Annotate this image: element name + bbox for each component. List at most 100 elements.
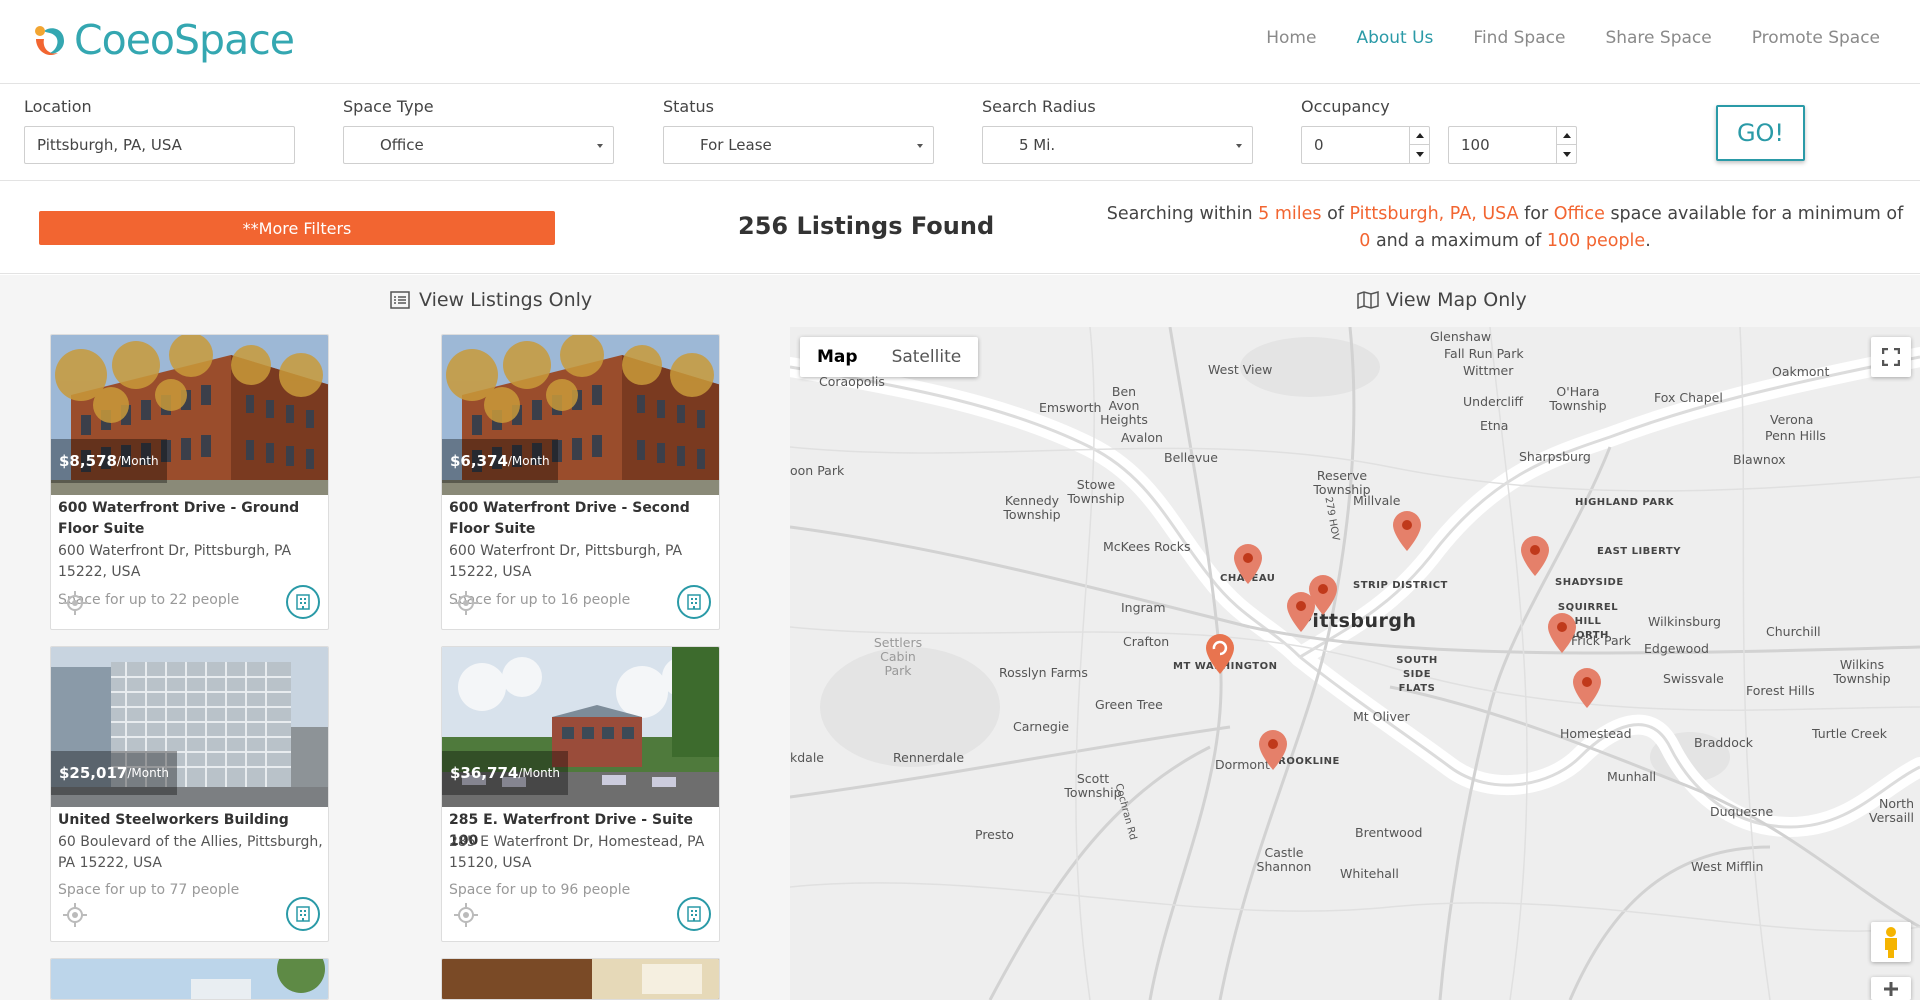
location-filter: Location Pittsburgh, PA, USA bbox=[24, 97, 295, 164]
map-place-label: SHADYSIDE bbox=[1555, 577, 1624, 588]
location-input[interactable]: Pittsburgh, PA, USA bbox=[24, 126, 295, 164]
view-listings-only-button[interactable]: View Listings Only bbox=[390, 289, 592, 311]
crosshair-icon[interactable] bbox=[454, 591, 478, 615]
view-listings-label: View Listings Only bbox=[419, 289, 593, 311]
nav-home[interactable]: Home bbox=[1266, 28, 1316, 48]
map-marker-pin[interactable] bbox=[1570, 666, 1604, 710]
increment-button[interactable] bbox=[1557, 127, 1576, 145]
map-place-label: Fox Chapel bbox=[1654, 390, 1723, 405]
zoom-in-button[interactable] bbox=[1871, 977, 1911, 1000]
map-marker-pin[interactable] bbox=[1284, 590, 1318, 634]
fullscreen-icon bbox=[1882, 348, 1900, 366]
content-area: View Listings Only View Map Only $8,578 … bbox=[0, 275, 1920, 1000]
price-period: /Month bbox=[518, 766, 560, 780]
listing-title[interactable]: 600 Waterfront Drive - Ground Floor Suit… bbox=[58, 498, 323, 540]
map[interactable]: Map Satellite Glenshaw Fall Run Park Wes… bbox=[790, 327, 1920, 1000]
radius-select[interactable]: 5 Mi. bbox=[982, 126, 1253, 164]
view-map-only-button[interactable]: View Map Only bbox=[1357, 289, 1527, 311]
crosshair-icon[interactable] bbox=[63, 591, 87, 615]
building-button[interactable] bbox=[677, 897, 711, 931]
fullscreen-button[interactable] bbox=[1871, 337, 1911, 377]
map-place-label: kdale bbox=[790, 750, 824, 765]
location-label: Location bbox=[24, 97, 92, 116]
status-select[interactable]: For Lease bbox=[663, 126, 934, 164]
listing-title[interactable]: United Steelworkers Building bbox=[58, 810, 323, 831]
price-amount: $8,578 bbox=[59, 452, 117, 470]
map-place-label: Churchill bbox=[1766, 624, 1821, 639]
listing-title[interactable]: 600 Waterfront Drive - Second Floor Suit… bbox=[449, 498, 714, 540]
crosshair-icon[interactable] bbox=[63, 903, 87, 927]
listing-card[interactable]: $36,774/Month 285 E. Waterfront Drive - … bbox=[441, 646, 720, 942]
map-place-label: Oakmont bbox=[1772, 364, 1830, 379]
price-badge: $8,578/Month bbox=[51, 439, 167, 483]
nav-share-space[interactable]: Share Space bbox=[1605, 28, 1711, 48]
listing-photo: $8,578/Month bbox=[51, 335, 328, 495]
map-marker-pin-selected[interactable] bbox=[1203, 632, 1237, 676]
desc-radius: 5 miles bbox=[1258, 204, 1322, 224]
nav-find-space[interactable]: Find Space bbox=[1473, 28, 1565, 48]
map-tab-satellite[interactable]: Satellite bbox=[875, 337, 979, 377]
map-marker-pin[interactable] bbox=[1256, 728, 1290, 772]
listing-photo bbox=[51, 959, 328, 999]
map-marker-pin[interactable] bbox=[1545, 611, 1579, 655]
decrement-button[interactable] bbox=[1557, 145, 1576, 163]
go-button[interactable]: GO! bbox=[1716, 105, 1805, 161]
map-place-label: Verona bbox=[1770, 412, 1814, 427]
building-button[interactable] bbox=[677, 585, 711, 619]
more-filters-button[interactable]: **More Filters bbox=[39, 211, 555, 245]
occupancy-min-value: 0 bbox=[1314, 136, 1324, 154]
space-type-value: Office bbox=[380, 136, 424, 154]
increment-button[interactable] bbox=[1410, 127, 1429, 145]
price-badge: $36,774/Month bbox=[442, 751, 568, 795]
map-place-label: Rennerdale bbox=[893, 750, 965, 765]
space-type-select[interactable]: Office bbox=[343, 126, 614, 164]
pegman-icon bbox=[1885, 927, 1897, 958]
arrow-down-icon bbox=[1415, 151, 1424, 157]
decrement-button[interactable] bbox=[1410, 145, 1429, 163]
status-value: For Lease bbox=[700, 136, 772, 154]
price-period: /Month bbox=[116, 454, 159, 468]
map-place-label: Whitehall bbox=[1340, 866, 1399, 881]
listing-card[interactable] bbox=[50, 958, 329, 1000]
nav-about-us[interactable]: About Us bbox=[1356, 28, 1433, 48]
listing-card[interactable]: $6,374/Month 600 Waterfront Drive - Seco… bbox=[441, 334, 720, 630]
map-place-label: North Versaill bbox=[1868, 796, 1914, 825]
desc-text: . bbox=[1645, 231, 1651, 251]
map-marker-pin[interactable] bbox=[1518, 534, 1552, 578]
occupancy-min-input[interactable]: 0 bbox=[1301, 126, 1430, 164]
map-place-label: Duquesne bbox=[1710, 804, 1774, 819]
street-view-pegman[interactable] bbox=[1871, 922, 1911, 962]
logo[interactable]: CoeoSpace bbox=[30, 16, 295, 64]
listing-card[interactable]: $25,017/Month United Steelworkers Buildi… bbox=[50, 646, 329, 942]
desc-text: Searching within bbox=[1106, 204, 1253, 224]
occupancy-max-value: 100 bbox=[1461, 136, 1490, 154]
list-icon bbox=[390, 291, 410, 309]
radius-label: Search Radius bbox=[982, 97, 1096, 116]
building-button[interactable] bbox=[286, 897, 320, 931]
building-icon bbox=[687, 594, 701, 610]
status-label: Status bbox=[663, 97, 714, 116]
map-marker-pin[interactable] bbox=[1231, 542, 1265, 586]
map-place-label: Blawnox bbox=[1733, 452, 1786, 467]
listing-card[interactable] bbox=[441, 958, 720, 1000]
map-place-label: Millvale bbox=[1353, 493, 1401, 508]
main-nav: Home About Us Find Space Share Space Pro… bbox=[1226, 28, 1880, 48]
map-marker-pin[interactable] bbox=[1390, 509, 1424, 553]
building-button[interactable] bbox=[286, 585, 320, 619]
map-place-label: Green Tree bbox=[1095, 697, 1163, 712]
price-period: /Month bbox=[127, 766, 169, 780]
occupancy-max-input[interactable]: 100 bbox=[1448, 126, 1577, 164]
map-place-label: Braddock bbox=[1694, 735, 1754, 750]
map-place-label: Etna bbox=[1480, 418, 1509, 433]
map-place-label: HIGHLAND PARK bbox=[1575, 497, 1675, 508]
map-place-label: Wittmer bbox=[1463, 363, 1514, 378]
listing-card[interactable]: $8,578/Month 600 Waterfront Drive - Grou… bbox=[50, 334, 329, 630]
price-badge: $6,374/Month bbox=[442, 439, 558, 483]
map-place-label: Frick Park bbox=[1571, 633, 1631, 648]
desc-max: 100 people bbox=[1546, 231, 1646, 251]
map-tab-map[interactable]: Map bbox=[800, 337, 875, 377]
listing-photo bbox=[442, 959, 719, 999]
nav-promote-space[interactable]: Promote Space bbox=[1752, 28, 1880, 48]
map-place-label: Sharpsburg bbox=[1519, 449, 1591, 464]
crosshair-icon[interactable] bbox=[454, 903, 478, 927]
